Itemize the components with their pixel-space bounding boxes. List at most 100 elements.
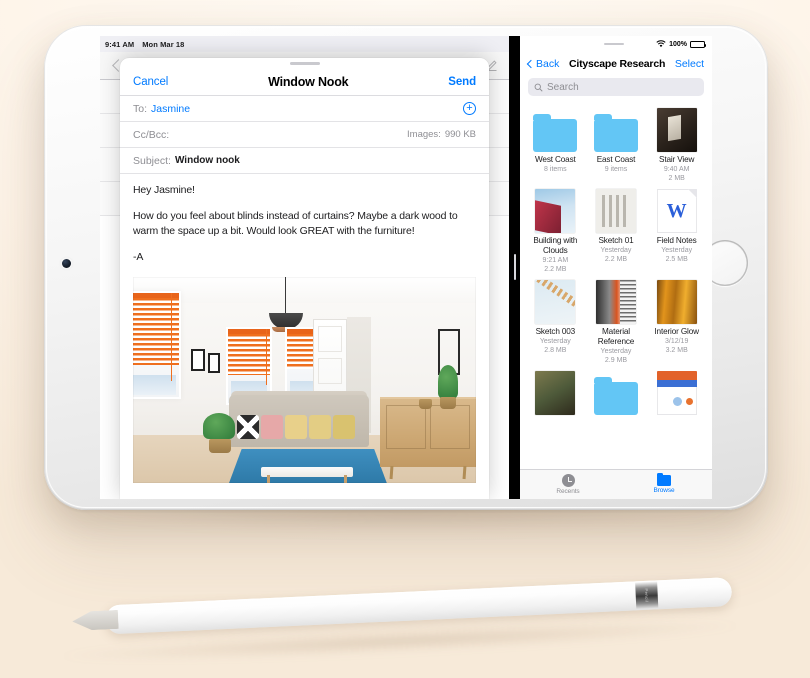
compose-sheet: Cancel Window Nook Send To: Jasmine + Cc…: [120, 58, 489, 499]
file-name: Building with Clouds: [533, 236, 578, 255]
grabber-bar: [289, 61, 320, 65]
photo-border: [133, 277, 476, 483]
file-item-stair-view[interactable]: Stair View 9:40 AM 2 MB: [647, 106, 706, 183]
thumbnail: [654, 106, 700, 152]
image-thumbnail: [535, 371, 576, 415]
subject-field-row[interactable]: Subject: Window nook: [120, 148, 489, 174]
image-thumbnail: [656, 280, 697, 324]
battery-percent: 100%: [669, 40, 687, 48]
slideover-grabber-handle[interactable]: [603, 42, 624, 46]
cancel-button[interactable]: Cancel: [133, 76, 168, 88]
pencil-tip: [72, 610, 119, 631]
file-size: 3.2 MB: [665, 347, 688, 354]
file-item-partial-chart[interactable]: [647, 369, 706, 418]
image-thumbnail: [535, 189, 576, 233]
to-field-row[interactable]: To: Jasmine +: [120, 96, 489, 122]
split-view-divider[interactable]: [509, 36, 520, 499]
file-item-partial-folder[interactable]: [587, 369, 646, 418]
mail-app: 9:41 AM Mon Mar 18 Cancel Window Nook Se…: [100, 36, 509, 499]
to-label: To:: [133, 102, 148, 115]
images-size: 990 KB: [444, 129, 476, 140]
tab-browse[interactable]: Browse: [616, 472, 712, 494]
chart-subheader-bar: [656, 380, 697, 387]
images-label: Images:: [407, 129, 441, 140]
compose-title: Window Nook: [268, 74, 349, 89]
file-item-interior-glow[interactable]: Interior Glow 3/12/19 3.2 MB: [647, 278, 706, 365]
file-item-material-reference[interactable]: Material Reference Yesterday 2.9 MB: [587, 278, 646, 365]
folder-icon: [593, 114, 638, 152]
file-item-sketch-01[interactable]: Sketch 01 Yesterday 2.2 MB: [587, 187, 646, 274]
ipad-device: 9:41 AM Mon Mar 18 Cancel Window Nook Se…: [44, 25, 768, 510]
search-input[interactable]: Search: [528, 78, 704, 96]
mail-body-editor[interactable]: Hey Jasmine! How do you feel about blind…: [120, 174, 489, 499]
send-button[interactable]: Send: [448, 76, 476, 88]
word-document-icon: W: [656, 189, 697, 233]
tab-label: Browse: [653, 487, 675, 494]
thumbnail: [532, 369, 578, 415]
sheet-grabber-handle[interactable]: [120, 58, 489, 68]
ccbcc-field-row[interactable]: Cc/Bcc: Images: 990 KB: [120, 122, 489, 148]
image-thumbnail: [656, 108, 697, 152]
thumbnail: [593, 278, 639, 324]
file-name: Interior Glow: [654, 327, 699, 336]
folder-icon: [593, 377, 638, 415]
file-name: West Coast: [534, 155, 576, 164]
thumbnail: [593, 187, 639, 233]
file-name: East Coast: [596, 155, 636, 164]
ccbcc-label: Cc/Bcc:: [133, 128, 170, 141]
tab-recents[interactable]: Recents: [520, 474, 616, 495]
file-meta: Yesterday: [600, 247, 632, 254]
image-thumbnail: [535, 280, 576, 324]
files-page-title: Cityscape Research: [568, 58, 666, 70]
plus-circle-icon[interactable]: +: [463, 102, 476, 115]
file-size: 2.2 MB: [544, 266, 567, 273]
file-item-field-notes[interactable]: W Field Notes Yesterday 2.5 MB: [647, 187, 706, 274]
select-button[interactable]: Select: [675, 58, 704, 70]
files-back-label: Back: [536, 58, 560, 70]
pencil-band: Pencil: [635, 581, 659, 610]
search-container: Search: [520, 76, 712, 102]
battery-icon: [690, 40, 707, 48]
chevron-left-icon: [526, 59, 536, 69]
file-item-partial-book[interactable]: [526, 369, 585, 418]
file-name: Sketch 003: [535, 327, 576, 336]
file-size: 2.9 MB: [604, 357, 628, 364]
body-paragraph: How do you feel about blinds instead of …: [133, 210, 458, 237]
chart-header-bar: [656, 371, 697, 380]
thumbnail: W: [654, 187, 700, 233]
body-signature: -A: [133, 251, 144, 263]
files-grid[interactable]: West Coast 8 items East Coast 9 items St…: [520, 102, 712, 469]
image-thumbnail: [595, 189, 636, 233]
search-icon: [534, 83, 543, 92]
subject-value[interactable]: Window nook: [175, 155, 240, 166]
thumbnail: [654, 369, 700, 415]
folder-icon: [657, 472, 671, 486]
compose-nav-bar: Cancel Window Nook Send: [120, 68, 489, 96]
ipad-screen: 9:41 AM Mon Mar 18 Cancel Window Nook Se…: [100, 36, 712, 499]
chart-bubble: [685, 398, 693, 405]
file-meta: Yesterday: [600, 348, 632, 355]
attached-photo[interactable]: [133, 277, 476, 483]
divider-grip-handle[interactable]: [513, 253, 516, 280]
file-name: Material Reference: [597, 327, 635, 346]
file-item-west-coast[interactable]: West Coast 8 items: [526, 106, 585, 183]
file-meta: Yesterday: [661, 247, 693, 254]
thumbnail: [593, 106, 639, 152]
file-item-building-with-clouds[interactable]: Building with Clouds 9:21 AM 2.2 MB: [526, 187, 585, 274]
mail-status-bar: 9:41 AM Mon Mar 18: [100, 36, 509, 52]
file-meta: 9:40 AM: [663, 166, 690, 173]
file-item-east-coast[interactable]: East Coast 9 items: [587, 106, 646, 183]
files-back-button[interactable]: Back: [526, 58, 560, 70]
wifi-icon: [656, 40, 666, 48]
thumbnail: [532, 187, 578, 233]
file-item-sketch-003[interactable]: Sketch 003 Yesterday 2.8 MB: [526, 278, 585, 365]
image-thumbnail: [595, 280, 636, 324]
file-name: Sketch 01: [598, 236, 634, 245]
chart-bubble: [672, 397, 682, 406]
file-meta: 9 items: [604, 166, 628, 173]
to-recipient-token[interactable]: Jasmine: [151, 103, 190, 115]
file-size: 2.8 MB: [544, 347, 567, 354]
thumbnail: [593, 369, 639, 415]
